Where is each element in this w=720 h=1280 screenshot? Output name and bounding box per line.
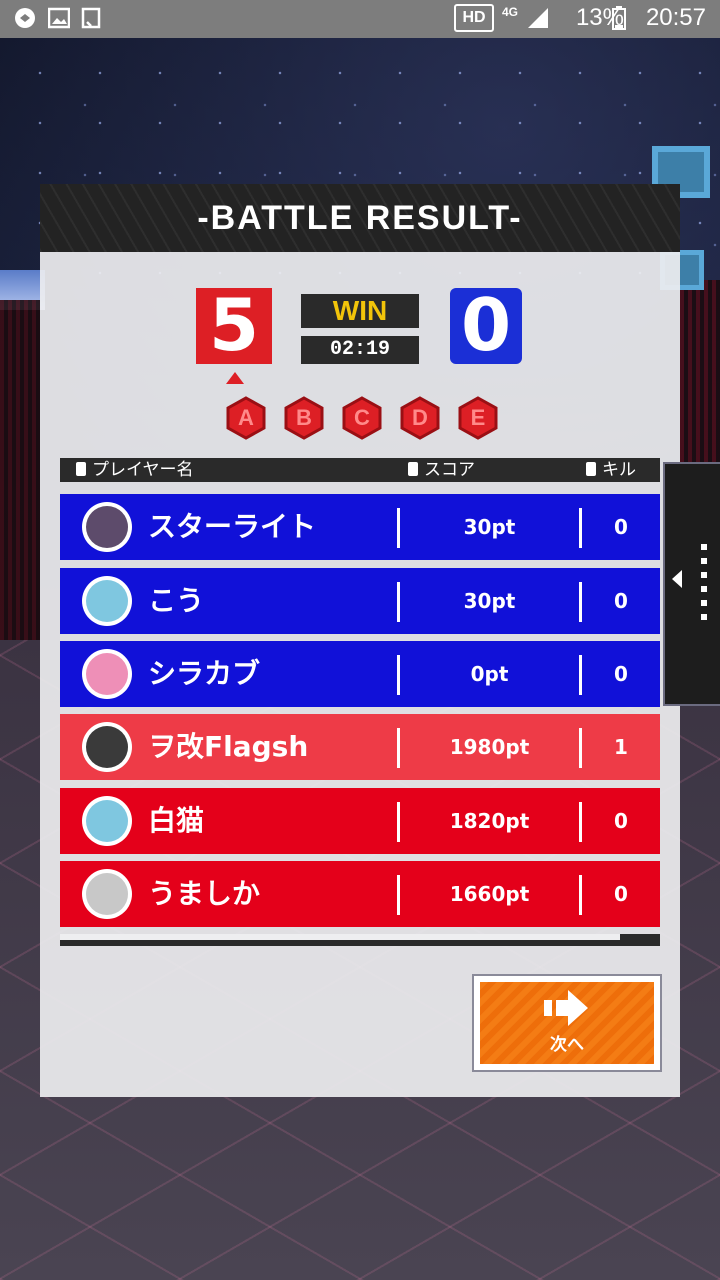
settings-icon xyxy=(15,8,35,28)
player-avatar xyxy=(82,722,132,772)
capture-point-b: B xyxy=(282,396,326,440)
clipboard-icon xyxy=(81,7,101,29)
signal-icon xyxy=(528,8,548,28)
column-score: スコア xyxy=(408,458,475,482)
blue-team-score: 0 xyxy=(460,283,512,367)
player-name: ヲ改Flagsh xyxy=(148,730,309,763)
player-row[interactable]: うましか 1660pt 0 xyxy=(60,861,660,927)
player-name: スターライト xyxy=(148,510,317,543)
player-score: 1820pt xyxy=(449,809,530,833)
player-name: 白猫 xyxy=(148,804,205,837)
battle-result-panel: -BATTLE RESULT- 5 WIN 02:19 0 A B C D E xyxy=(40,184,680,1097)
player-kills: 0 xyxy=(614,662,628,686)
player-name: こう xyxy=(148,584,205,617)
player-kills: 0 xyxy=(614,809,628,833)
network-label: 4G xyxy=(502,5,519,19)
player-avatar xyxy=(82,796,132,846)
status-bar: HD 4G 13% 20:57 xyxy=(0,0,720,38)
player-row[interactable]: ヲ改Flagsh 1980pt 1 xyxy=(60,714,660,780)
player-avatar xyxy=(82,649,132,699)
kill-icon xyxy=(586,462,596,476)
player-kills: 0 xyxy=(614,515,628,539)
handle-dots xyxy=(701,544,707,624)
player-avatar xyxy=(82,576,132,626)
player-row[interactable]: 白猫 1820pt 0 xyxy=(60,788,660,854)
next-button-face[interactable]: 次へ xyxy=(480,982,654,1064)
table-divider-cut xyxy=(60,934,620,940)
player-row[interactable]: スターライト 30pt 0 xyxy=(60,494,660,560)
player-kills: 1 xyxy=(614,735,628,759)
result-label: WIN xyxy=(301,294,419,328)
player-kills: 0 xyxy=(614,882,628,906)
arrow-right-icon xyxy=(544,990,588,1026)
score-icon xyxy=(408,462,418,476)
player-row[interactable]: シラカブ 0pt 0 xyxy=(60,641,660,707)
capture-point-e: E xyxy=(456,396,500,440)
own-team-marker xyxy=(226,372,244,384)
match-time: 02:19 xyxy=(301,336,419,364)
player-avatar xyxy=(82,502,132,552)
player-avatar xyxy=(82,869,132,919)
capture-point-a: A xyxy=(224,396,268,440)
capture-point-d: D xyxy=(398,396,442,440)
player-score: 0pt xyxy=(470,662,509,686)
player-icon xyxy=(76,462,86,476)
capture-points: A B C D E xyxy=(224,396,500,440)
column-kill: キル xyxy=(586,458,636,482)
player-score: 30pt xyxy=(463,589,516,613)
player-score: 30pt xyxy=(463,515,516,539)
player-score: 1660pt xyxy=(449,882,530,906)
red-team-score: 5 xyxy=(208,283,260,367)
results-table-header: プレイヤー名 スコア キル xyxy=(60,458,660,482)
player-kills: 0 xyxy=(614,589,628,613)
player-name: うましか xyxy=(148,877,261,910)
column-player: プレイヤー名 xyxy=(76,458,194,482)
clock: 20:57 xyxy=(645,4,706,31)
capture-point-c: C xyxy=(340,396,384,440)
side-menu-tab-icon xyxy=(672,570,682,588)
player-row[interactable]: こう 30pt 0 xyxy=(60,568,660,634)
battery-icon xyxy=(612,6,626,30)
panel-header: -BATTLE RESULT- xyxy=(40,184,680,252)
hd-badge: HD xyxy=(454,4,494,32)
gallery-icon xyxy=(48,7,70,29)
next-button[interactable]: 次へ xyxy=(472,974,662,1072)
next-button-label: 次へ xyxy=(550,1035,584,1055)
player-score: 1980pt xyxy=(449,735,530,759)
panel-title: -BATTLE RESULT- xyxy=(197,199,523,237)
player-name: シラカブ xyxy=(148,657,261,690)
